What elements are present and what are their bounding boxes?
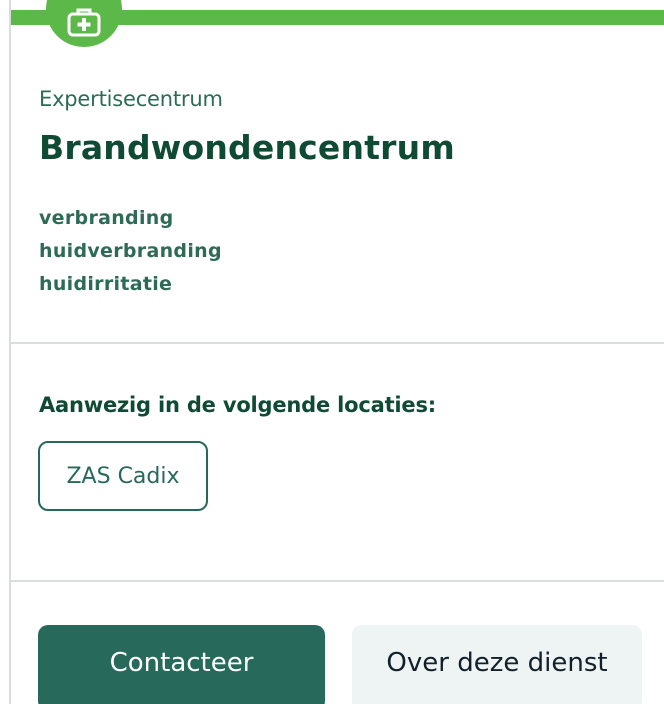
locations-heading: Aanwezig in de volgende locaties: [39,393,436,417]
first-aid-kit-icon [67,8,101,37]
contact-button[interactable]: Contacteer [38,625,325,704]
about-service-button[interactable]: Over deze dienst [352,625,642,704]
tag-item: huidirritatie [39,273,173,295]
service-title: Brandwondencentrum [39,128,455,167]
section-divider [11,342,664,344]
tag-list: verbranding huidverbranding huidirritati… [39,205,222,304]
service-category: Expertisecentrum [39,87,223,111]
service-badge [46,0,122,47]
location-chip-zas-cadix[interactable]: ZAS Cadix [38,441,208,511]
service-card: Expertisecentrum Brandwondencentrum verb… [9,0,664,704]
section-divider [11,580,664,582]
tag-item: verbranding [39,207,174,229]
tag-item: huidverbranding [39,240,222,262]
